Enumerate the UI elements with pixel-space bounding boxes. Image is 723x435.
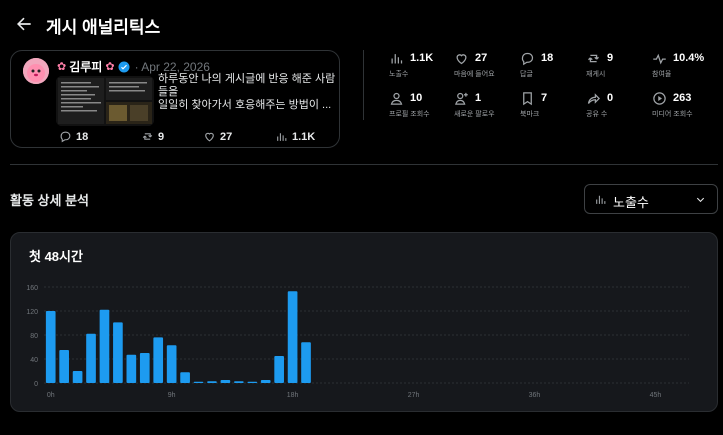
- chart-bar[interactable]: [220, 380, 231, 383]
- x-tick-label: 9h: [168, 392, 176, 399]
- repost-icon: [142, 133, 153, 140]
- chart-bar[interactable]: [99, 309, 110, 383]
- play-icon: [653, 92, 666, 105]
- page-title: 게시 애널리틱스: [46, 18, 161, 37]
- x-tick-label: 18h: [287, 392, 299, 399]
- metric-bookmarks[interactable]: 7 북마크: [520, 91, 590, 121]
- back-arrow-icon[interactable]: [14, 14, 34, 34]
- y-tick-label: 0: [34, 381, 38, 388]
- chart-bar[interactable]: [139, 353, 150, 383]
- metric-likes[interactable]: 27 마음에 들어요: [454, 51, 524, 81]
- post-text: 하루동안 나의 게시글에 반응 해준 사람 들을 일일히 찾아가서 호응해주는 …: [158, 73, 336, 111]
- chart-bar[interactable]: [113, 322, 123, 383]
- chart-bar[interactable]: [274, 356, 284, 383]
- bar-chart-icon: [277, 133, 287, 141]
- bar-chart-icon: [596, 195, 606, 204]
- share-icon: [587, 93, 601, 104]
- flower-emoji-icon: ✿: [105, 61, 115, 73]
- avatar: [23, 58, 49, 84]
- post-date: · Apr 22, 2026: [134, 59, 210, 74]
- y-tick-label: 40: [30, 357, 38, 364]
- y-tick-label: 80: [30, 333, 38, 340]
- impressions-bar-chart: 0 40 80 120 160 0h 9h 18h 27h 36h 45h: [26, 285, 689, 399]
- post-reply-stat[interactable]: 18: [59, 130, 88, 143]
- post-media-thumbnail[interactable]: [56, 76, 154, 126]
- chart-bar[interactable]: [59, 350, 69, 383]
- chart-bar[interactable]: [207, 381, 217, 383]
- metric-reposts[interactable]: 9 재게시: [586, 51, 656, 81]
- post-stats: 18 9 27 1.1K: [57, 130, 337, 144]
- chart-bar[interactable]: [153, 337, 164, 383]
- author-name[interactable]: 김루피: [69, 58, 102, 75]
- metric-engagement-rate[interactable]: 10.4% 참여율: [652, 51, 722, 81]
- y-tick-label: 120: [26, 309, 38, 316]
- activity-icon: [653, 53, 666, 65]
- flower-emoji-icon: ✿: [57, 61, 67, 73]
- divider: [363, 50, 364, 120]
- divider: [10, 164, 718, 165]
- section-title: 활동 상세 분석: [10, 193, 89, 208]
- x-tick-label: 45h: [650, 392, 662, 399]
- chart-bar[interactable]: [247, 381, 258, 383]
- metric-new-follows[interactable]: 1 새로운 팔로우: [454, 91, 524, 121]
- metric-replies[interactable]: 18 답글: [520, 51, 590, 81]
- x-tick-label: 0h: [47, 392, 55, 399]
- chart-bar[interactable]: [45, 311, 56, 383]
- reply-icon: [521, 52, 534, 66]
- chart-bar[interactable]: [86, 333, 96, 383]
- heart-icon: [456, 54, 467, 65]
- metric-select[interactable]: 노출수: [584, 184, 718, 214]
- metric-profile-visits[interactable]: 10 프로필 조회수: [389, 91, 459, 121]
- chart-bar[interactable]: [287, 291, 298, 383]
- chart-bar[interactable]: [180, 372, 190, 383]
- chart-bar[interactable]: [234, 381, 244, 383]
- x-tick-label: 36h: [529, 392, 541, 399]
- metric-select-value: 노출수: [613, 195, 649, 210]
- chart-bar[interactable]: [193, 381, 204, 383]
- metric-shares[interactable]: 0 공유 수: [586, 91, 656, 121]
- post-repost-stat[interactable]: 9: [141, 130, 164, 143]
- chart-bar[interactable]: [72, 371, 83, 383]
- header: 게시 애널리틱스: [0, 0, 723, 48]
- reply-icon: [60, 131, 71, 143]
- post-like-stat[interactable]: 27: [203, 130, 232, 143]
- chart-card: 첫 48시간 0 40 80 120 160 0h 9h 18h 27h 36h 45h: [10, 232, 718, 412]
- y-tick-label: 160: [26, 285, 38, 292]
- metric-media-views[interactable]: 263 미디어 조회수: [652, 91, 722, 121]
- chart-bar[interactable]: [126, 354, 137, 383]
- bookmark-icon: [523, 92, 532, 106]
- post-card[interactable]: ✿ 김루피 ✿ · Apr 22, 2026 하루동안 나의 게시글에 반응 해…: [10, 50, 340, 148]
- heart-icon: [205, 132, 214, 142]
- chevron-down-icon: [696, 197, 705, 203]
- chart-bar[interactable]: [301, 342, 311, 383]
- follow-icon: [455, 92, 468, 105]
- bar-chart-icon: [391, 54, 403, 64]
- chart-bar[interactable]: [260, 380, 271, 383]
- x-tick-label: 27h: [408, 392, 420, 399]
- chart-bar[interactable]: [166, 345, 177, 383]
- metric-impressions[interactable]: 1.1K 노출수: [389, 51, 459, 81]
- repost-icon: [588, 54, 599, 63]
- profile-icon: [390, 92, 403, 105]
- verified-badge-icon: [118, 61, 130, 72]
- post-views-stat[interactable]: 1.1K: [275, 130, 315, 143]
